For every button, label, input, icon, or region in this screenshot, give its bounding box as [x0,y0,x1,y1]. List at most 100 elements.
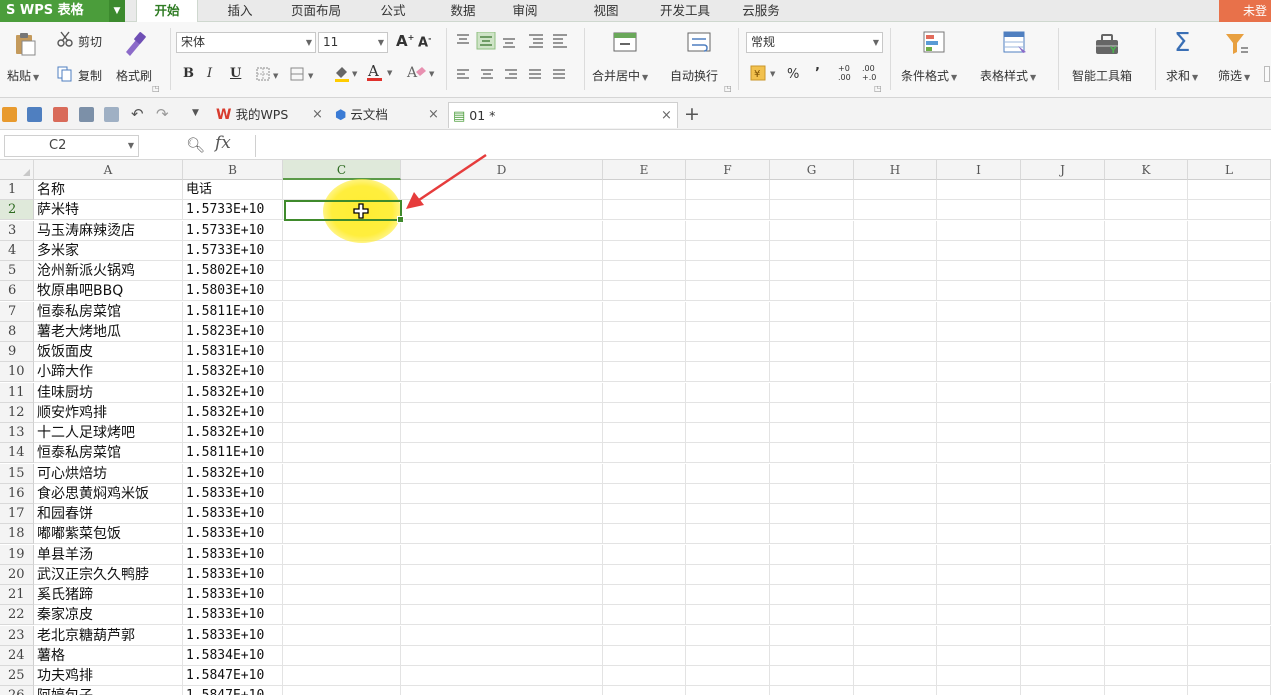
select-all-corner[interactable] [0,160,34,180]
cell-empty[interactable] [770,524,854,545]
cell-empty[interactable] [401,625,603,646]
cell-empty[interactable] [1105,321,1188,342]
cell-empty[interactable] [1105,666,1188,686]
cell-empty[interactable] [854,423,937,443]
cell-empty[interactable] [1188,666,1271,686]
cell-phone[interactable]: 1.5832E+10 [183,463,283,484]
cell-empty[interactable] [401,544,603,565]
cell-empty[interactable] [854,483,937,504]
row-header[interactable]: 7 [0,301,34,322]
cell-empty[interactable] [283,463,401,484]
italic-button[interactable]: I [207,66,212,81]
sum-button[interactable]: 求和 ▼ [1166,67,1198,84]
format-painter-button[interactable]: 格式刷 [116,67,152,84]
cell-empty[interactable] [1188,321,1271,342]
cell-name[interactable]: 阿婷包子 [34,686,183,695]
cell-name[interactable]: 和园春饼 [34,504,183,524]
cell-empty[interactable] [603,180,686,200]
redo-icon[interactable]: ↷ [156,105,169,123]
cell-empty[interactable] [603,483,686,504]
row-header[interactable]: 24 [0,645,34,666]
row-header[interactable]: 26 [0,686,34,695]
column-header-j[interactable]: J [1021,160,1105,180]
cell-empty[interactable] [937,463,1021,484]
cell-empty[interactable] [1188,443,1271,464]
menu-tab[interactable]: 数据 [440,0,486,22]
cell-empty[interactable] [1105,402,1188,423]
cell-empty[interactable] [283,402,401,423]
cell-phone[interactable]: 电话 [183,180,283,200]
cell-empty[interactable] [1021,321,1105,342]
cell-phone[interactable]: 1.5834E+10 [183,645,283,666]
fill-color-icon[interactable]: ▼ [333,65,361,82]
row-header[interactable]: 15 [0,463,34,484]
cell-empty[interactable] [854,342,937,362]
menu-tab[interactable]: 页面布局 [284,0,348,22]
row-header[interactable]: 8 [0,321,34,342]
row-header[interactable]: 3 [0,220,34,241]
cell-empty[interactable] [1021,443,1105,464]
cell-empty[interactable] [854,402,937,423]
cell-empty[interactable] [1021,585,1105,605]
cell-empty[interactable] [686,625,770,646]
row-header[interactable]: 2 [0,200,34,221]
cell-name[interactable]: 薯格 [34,645,183,666]
column-header-l[interactable]: L [1188,160,1271,180]
cell-empty[interactable] [937,504,1021,524]
cell-empty[interactable] [770,382,854,403]
chevron-down-icon[interactable]: ▼ [109,0,125,22]
cell-empty[interactable] [603,281,686,302]
cell-empty[interactable] [401,666,603,686]
cell-empty[interactable] [770,564,854,585]
cell-empty[interactable] [1188,220,1271,241]
doc-tab-cloud[interactable]: ⬢ 云文档 × [335,102,445,128]
cell-empty[interactable] [686,220,770,241]
cell-empty[interactable] [1105,261,1188,281]
cell-empty[interactable] [937,362,1021,383]
row-header[interactable]: 20 [0,564,34,585]
cell-empty[interactable] [854,645,937,666]
column-header-i[interactable]: I [937,160,1021,180]
cell-name[interactable]: 顺安炸鸡排 [34,402,183,423]
cell-empty[interactable] [770,301,854,322]
cell-empty[interactable] [686,605,770,626]
cell-empty[interactable] [937,261,1021,281]
toolbox-icon[interactable]: Y [1094,32,1120,58]
cell-phone[interactable]: 1.5833E+10 [183,585,283,605]
cell-empty[interactable] [937,605,1021,626]
cell-empty[interactable] [854,463,937,484]
cell-empty[interactable] [283,666,401,686]
cell-name[interactable]: 秦家凉皮 [34,605,183,626]
cell-empty[interactable] [603,666,686,686]
cell-empty[interactable] [937,524,1021,545]
cell-name[interactable]: 老北京糖葫芦郭 [34,625,183,646]
cell-empty[interactable] [603,261,686,281]
cell-phone[interactable]: 1.5847E+10 [183,686,283,695]
cell-empty[interactable] [1021,645,1105,666]
cell-empty[interactable] [1188,463,1271,484]
cell-empty[interactable] [770,342,854,362]
cell-empty[interactable] [770,443,854,464]
row-header[interactable]: 4 [0,240,34,261]
cell-phone[interactable]: 1.5802E+10 [183,261,283,281]
dialog-launcher-icon[interactable]: ◳ [152,84,160,93]
cell-border-style-icon[interactable]: ▼ [290,67,320,81]
cell-empty[interactable] [283,220,401,241]
cell-empty[interactable] [283,281,401,302]
cell-empty[interactable] [1105,362,1188,383]
cell-empty[interactable] [1021,483,1105,504]
increase-decimal-icon[interactable]: +0.00 [838,64,851,82]
cell-empty[interactable] [1188,645,1271,666]
row-header[interactable]: 11 [0,382,34,403]
open-folder-icon[interactable] [2,107,17,122]
cell-empty[interactable] [937,301,1021,322]
cell-empty[interactable] [283,686,401,695]
row-header[interactable]: 9 [0,342,34,362]
cell-empty[interactable] [1021,200,1105,221]
font-size-select[interactable]: 11 ▼ [318,32,388,53]
column-header-c[interactable]: C [283,160,401,180]
cell-empty[interactable] [401,564,603,585]
cell-empty[interactable] [770,463,854,484]
cut-button[interactable]: 剪切 [78,33,102,50]
cell-empty[interactable] [686,342,770,362]
